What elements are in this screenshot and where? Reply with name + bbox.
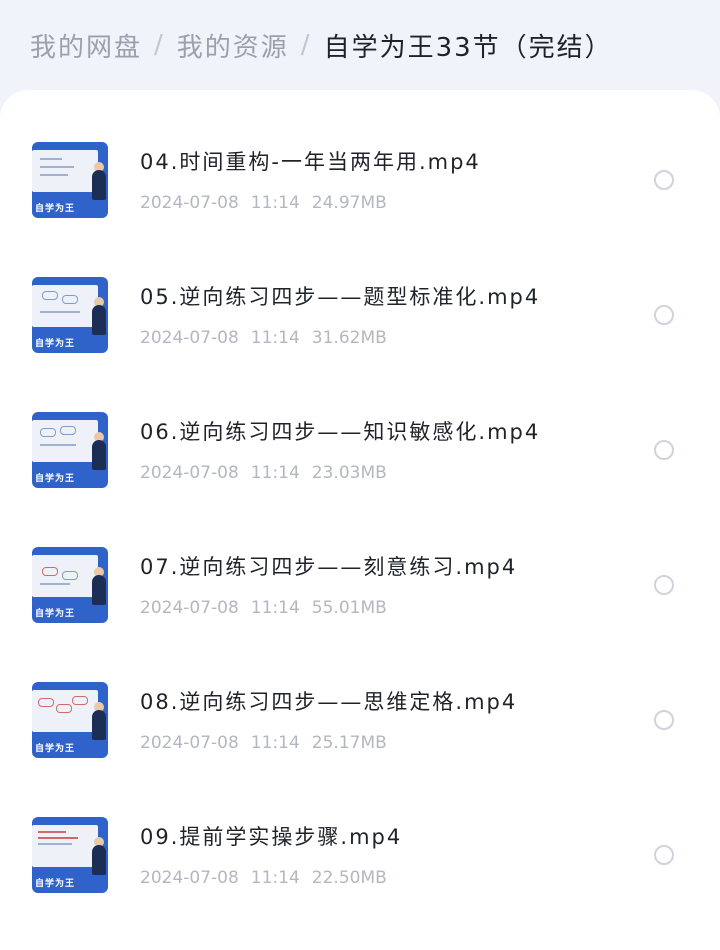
thumbnail-label: 自学为王 — [35, 609, 76, 619]
file-name: 09.提前学实操步骤.mp4 — [140, 825, 403, 849]
thumbnail-label: 自学为王 — [35, 204, 76, 214]
file-row[interactable]: 自学为王 06.逆向练习四步——知识敏感化.mp4 2024-07-08 11:1… — [0, 360, 720, 495]
radio-unchecked-icon[interactable] — [654, 305, 674, 325]
file-date: 2024-07-08 — [140, 868, 239, 888]
file-name: 06.逆向练习四步——知识敏感化.mp4 — [140, 420, 541, 444]
radio-unchecked-icon[interactable] — [654, 710, 674, 730]
file-meta: 2024-07-08 11:14 25.17MB — [140, 733, 399, 753]
file-list-panel: 自学为王 04.时间重构-一年当两年用.mp4 2024-07-08 11:14 2… — [0, 90, 720, 950]
file-meta: 2024-07-08 11:14 55.01MB — [140, 598, 399, 618]
file-row[interactable]: 自学为王 09.提前学实操步骤.mp4 2024-07-08 11:14 22.50… — [0, 765, 720, 900]
radio-unchecked-icon[interactable] — [654, 170, 674, 190]
video-thumbnail: 自学为王 — [32, 817, 108, 893]
thumbnail-label: 自学为王 — [35, 474, 76, 484]
video-thumbnail: 自学为王 — [32, 547, 108, 623]
thumbnail-label: 自学为王 — [35, 339, 76, 349]
breadcrumb-separator: / — [300, 30, 312, 60]
file-row[interactable]: 自学为王 07.逆向练习四步——刻意练习.mp4 2024-07-08 11:14… — [0, 495, 720, 630]
thumbnail-label: 自学为王 — [35, 879, 76, 889]
file-name: 07.逆向练习四步——刻意练习.mp4 — [140, 555, 518, 579]
file-time: 11:14 — [250, 193, 300, 213]
file-name: 05.逆向练习四步——题型标准化.mp4 — [140, 285, 541, 309]
breadcrumb-my-drive[interactable]: 我的网盘 — [30, 27, 142, 64]
file-meta: 2024-07-08 11:14 24.97MB — [140, 193, 399, 213]
file-date: 2024-07-08 — [140, 733, 239, 753]
file-time: 11:14 — [250, 598, 300, 618]
file-time: 11:14 — [250, 463, 300, 483]
file-size: 24.97MB — [311, 193, 387, 213]
video-thumbnail: 自学为王 — [32, 412, 108, 488]
radio-unchecked-icon[interactable] — [654, 440, 674, 460]
video-thumbnail: 自学为王 — [32, 682, 108, 758]
file-meta: 2024-07-08 11:14 23.03MB — [140, 463, 399, 483]
file-meta: 2024-07-08 11:14 22.50MB — [140, 868, 399, 888]
video-thumbnail: 自学为王 — [32, 277, 108, 353]
breadcrumb-my-resources[interactable]: 我的资源 — [177, 27, 289, 64]
breadcrumb-separator: / — [154, 30, 165, 60]
file-size: 22.50MB — [311, 868, 387, 888]
file-size: 31.62MB — [311, 328, 387, 348]
file-row[interactable]: 自学为王 05.逆向练习四步——题型标准化.mp4 2024-07-08 11:1… — [0, 225, 720, 360]
breadcrumb-current-folder: 自学为王33节（完结） — [323, 32, 613, 63]
file-time: 11:14 — [250, 328, 300, 348]
file-time: 11:14 — [250, 733, 300, 753]
file-size: 25.17MB — [311, 733, 387, 753]
file-size: 55.01MB — [311, 598, 387, 618]
file-time: 11:14 — [250, 868, 300, 888]
file-name: 08.逆向练习四步——思维定格.mp4 — [140, 690, 518, 714]
file-row[interactable]: 自学为王 08.逆向练习四步——思维定格.mp4 2024-07-08 11:14… — [0, 630, 720, 765]
file-name: 04.时间重构-一年当两年用.mp4 — [140, 150, 481, 174]
file-date: 2024-07-08 — [140, 193, 239, 213]
video-thumbnail: 自学为王 — [32, 142, 108, 218]
file-date: 2024-07-08 — [140, 328, 239, 348]
file-row[interactable]: 自学为王 04.时间重构-一年当两年用.mp4 2024-07-08 11:14 2… — [0, 90, 720, 225]
file-date: 2024-07-08 — [140, 463, 239, 483]
file-date: 2024-07-08 — [140, 598, 239, 618]
file-meta: 2024-07-08 11:14 31.62MB — [140, 328, 399, 348]
file-size: 23.03MB — [311, 463, 387, 483]
breadcrumb: 我的网盘 / 我的资源 / 自学为王33节（完结） — [0, 0, 720, 90]
thumbnail-label: 自学为王 — [35, 744, 76, 754]
radio-unchecked-icon[interactable] — [654, 845, 674, 865]
radio-unchecked-icon[interactable] — [654, 575, 674, 595]
